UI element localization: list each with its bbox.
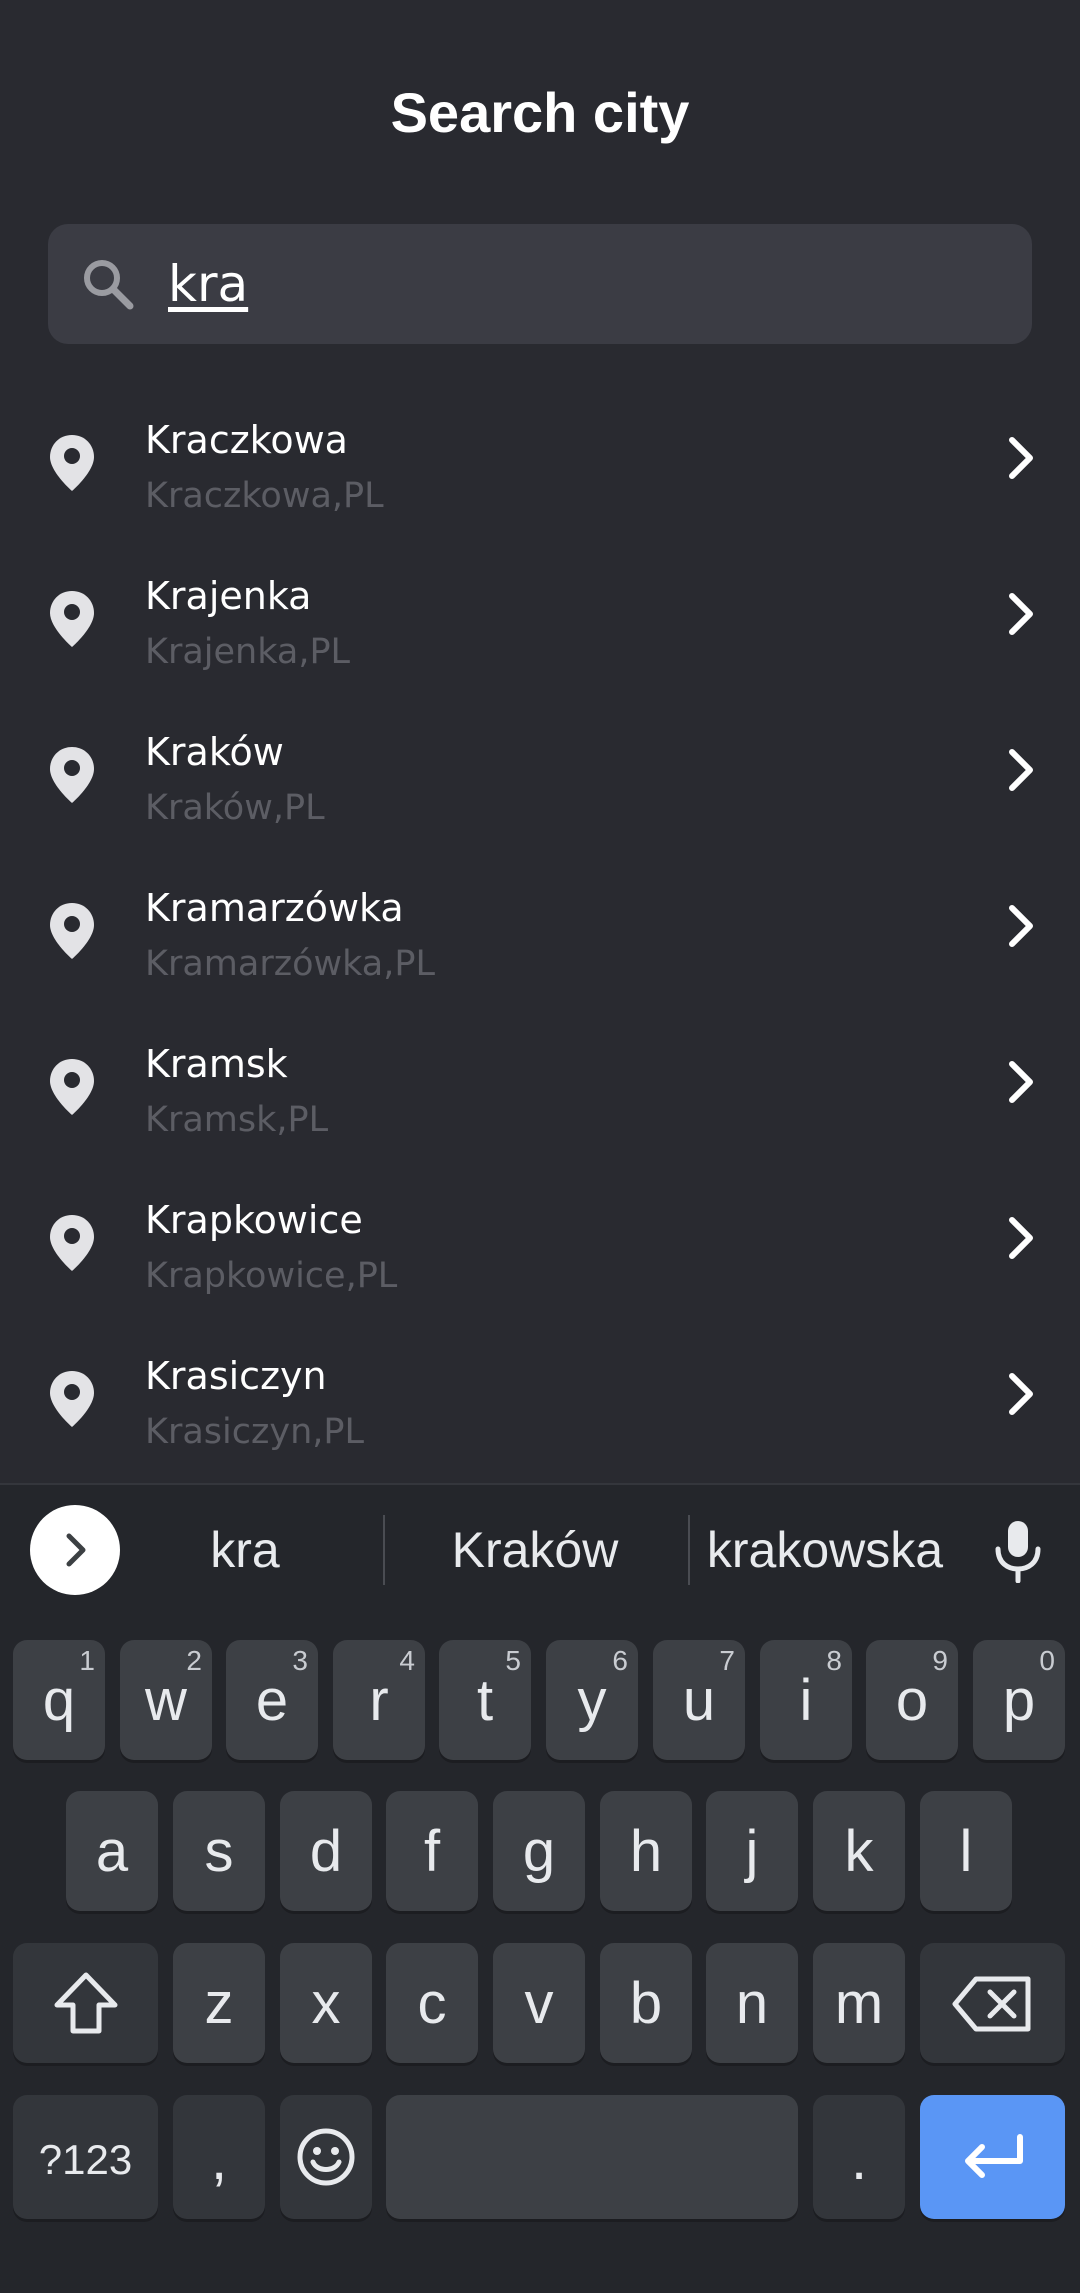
city-subtitle: Krapkowice,PL [145,1256,398,1296]
key-j[interactable]: j [706,1791,798,1911]
key-f[interactable]: f [386,1791,478,1911]
location-pin-icon [50,435,94,491]
city-subtitle: Krasiczyn,PL [145,1412,364,1452]
key-a[interactable]: a [66,1791,158,1911]
expand-suggestions-button[interactable] [30,1505,120,1595]
backspace-key[interactable] [920,1943,1065,2063]
city-subtitle: Kramarzówka,PL [145,944,435,984]
list-item[interactable]: Kramarzówka Kramarzówka,PL [0,848,1080,1004]
suggestion-strip: kra Kraków krakowska [0,1485,1080,1615]
period-key[interactable]: . [813,2095,905,2219]
key-t[interactable]: t5 [439,1640,531,1760]
suggestion-3[interactable]: krakowska [700,1515,950,1585]
comma-key[interactable]: , [173,2095,265,2219]
chevron-right-icon [1009,1217,1033,1259]
chevron-right-icon [1009,593,1033,635]
list-item[interactable]: Kramsk Kramsk,PL [0,1004,1080,1160]
key-r[interactable]: r4 [333,1640,425,1760]
key-m[interactable]: m [813,1943,905,2063]
key-w[interactable]: w2 [120,1640,212,1760]
key-e[interactable]: e3 [226,1640,318,1760]
emoji-key[interactable] [280,2095,372,2219]
chevron-right-icon [1009,437,1033,479]
list-item[interactable]: Krapkowice Krapkowice,PL [0,1160,1080,1316]
list-item[interactable]: Kraczkowa Kraczkowa,PL [0,380,1080,536]
location-pin-icon [50,1059,94,1115]
city-subtitle: Kraków,PL [145,788,325,828]
shift-key[interactable] [13,1943,158,2063]
key-l[interactable]: l [920,1791,1012,1911]
city-name: Krasiczyn [145,1354,327,1398]
city-name: Kraczkowa [145,418,348,462]
suggestion-2[interactable]: Kraków [400,1515,670,1585]
soft-keyboard: kra Kraków krakowska q1 w2 e3 r4 t5 y6 u… [0,1483,1080,2293]
search-input[interactable]: kra [168,252,248,316]
city-name: Krajenka [145,574,312,618]
location-pin-icon [50,591,94,647]
city-name: Kramsk [145,1042,288,1086]
city-name: Kraków [145,730,284,774]
list-item[interactable]: Krasiczyn Krasiczyn,PL [0,1316,1080,1472]
city-subtitle: Krajenka,PL [145,632,351,672]
key-v[interactable]: v [493,1943,585,2063]
list-item[interactable]: Krajenka Krajenka,PL [0,536,1080,692]
location-pin-icon [50,747,94,803]
list-item[interactable]: Kraków Kraków,PL [0,692,1080,848]
space-key[interactable] [386,2095,798,2219]
suggestion-divider [383,1515,385,1585]
key-d[interactable]: d [280,1791,372,1911]
city-name: Kramarzówka [145,886,404,930]
chevron-right-icon [66,1533,86,1567]
page-title: Search city [390,81,690,144]
city-subtitle: Kramsk,PL [145,1100,329,1140]
city-subtitle: Kraczkowa,PL [145,476,384,516]
location-pin-icon [50,1371,94,1427]
key-k[interactable]: k [813,1791,905,1911]
chevron-right-icon [1009,1061,1033,1103]
backspace-icon [952,1976,1031,2032]
location-pin-icon [50,903,94,959]
city-results-list: Kraczkowa Kraczkowa,PL Krajenka Krajenka… [0,380,1080,1472]
symbols-key[interactable]: ?123 [13,2095,158,2219]
key-s[interactable]: s [173,1791,265,1911]
chevron-right-icon [1009,1373,1033,1415]
key-o[interactable]: o9 [866,1640,958,1760]
enter-key[interactable] [920,2095,1065,2219]
enter-icon [965,2134,1023,2178]
key-z[interactable]: z [173,1943,265,2063]
city-name: Krapkowice [145,1198,363,1242]
key-u[interactable]: u7 [653,1640,745,1760]
key-y[interactable]: y6 [546,1640,638,1760]
location-pin-icon [50,1215,94,1271]
search-field[interactable]: kra [48,224,1032,344]
key-q[interactable]: q1 [13,1640,105,1760]
chevron-right-icon [1009,749,1033,791]
key-n[interactable]: n [706,1943,798,2063]
search-icon [84,260,134,310]
key-g[interactable]: g [493,1791,585,1911]
key-b[interactable]: b [600,1943,692,2063]
key-x[interactable]: x [280,1943,372,2063]
chevron-right-icon [1009,905,1033,947]
key-h[interactable]: h [600,1791,692,1911]
emoji-icon [297,2128,355,2186]
shift-icon [54,1972,118,2034]
suggestion-divider [688,1515,690,1585]
suggestion-1[interactable]: kra [140,1515,350,1585]
key-i[interactable]: i8 [760,1640,852,1760]
key-p[interactable]: p0 [973,1640,1065,1760]
mic-icon[interactable] [990,1519,1046,1583]
key-c[interactable]: c [386,1943,478,2063]
